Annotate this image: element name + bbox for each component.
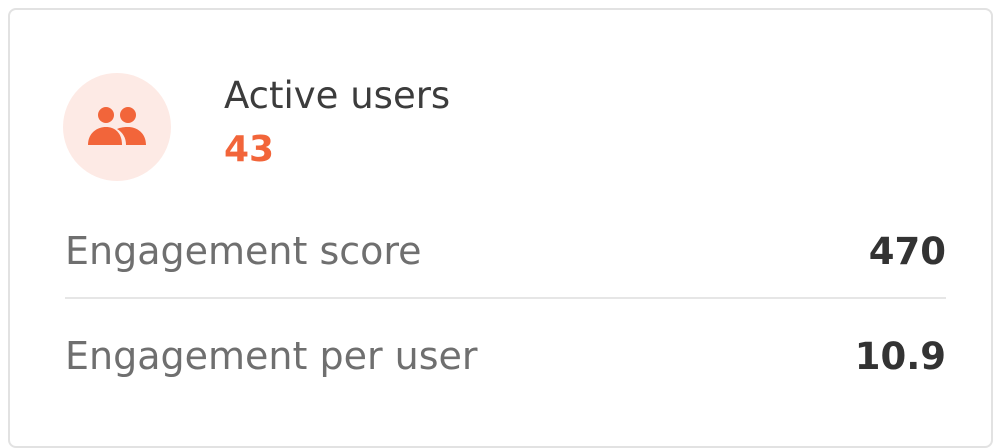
metric-label: Engagement score <box>65 229 422 273</box>
metric-label: Engagement per user <box>65 334 478 378</box>
card-header: Active users 43 <box>10 10 991 210</box>
users-icon-badge <box>63 73 171 181</box>
active-users-count: 43 <box>224 129 275 170</box>
active-users-card: Active users 43 Engagement score 470 Eng… <box>8 8 993 448</box>
users-group-icon <box>88 107 146 145</box>
metric-value: 10.9 <box>854 334 946 378</box>
metric-row-engagement-score: Engagement score 470 <box>65 205 946 299</box>
metric-row-engagement-per-user: Engagement per user 10.9 <box>65 310 946 402</box>
card-title: Active users <box>224 74 451 117</box>
metric-value: 470 <box>868 229 946 273</box>
